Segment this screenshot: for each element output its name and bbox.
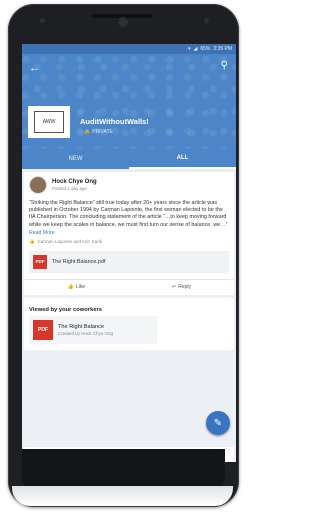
attachment-name: The Right Balance.pdf [52,258,106,265]
thumbs-up-icon: 👍 [67,284,75,291]
post-time: Posted 1 day ago [52,186,88,191]
coworkers-card: Viewed by your coworkers PDF The Right B… [24,297,234,350]
post-card: Hock Chye Ong Posted 1 day ago “Striking… [24,172,234,295]
reply-label: Reply [178,284,191,291]
wifi-icon: ▾ [187,46,191,52]
battery-percent: 65% [200,46,211,52]
thumbs-up-icon: 👍 [29,238,35,244]
reply-icon: ↩ [172,284,177,291]
back-arrow-icon[interactable]: ← [29,62,40,74]
compose-button[interactable]: ✎ [206,411,230,435]
tab-new[interactable]: NEW [22,149,129,169]
lock-icon: 🔒 [84,129,91,135]
search-icon[interactable]: ⚲ [221,60,228,71]
pencil-icon: ✎ [213,417,223,429]
pdf-icon: PDF [33,319,53,340]
coworkers-title: Viewed by your coworkers [29,306,103,313]
group-name: AuditWithoutWalls! [80,117,149,126]
group-header: ← ⚲ AWW AuditWithoutWalls! 🔒 PRIVATE [22,54,236,149]
pdf-icon: PDF [33,254,47,269]
privacy-text: PRIVATE [92,129,113,135]
file-creator: Created by Hock Chye Ong [58,330,114,336]
post-header: Hock Chye Ong Posted 1 day ago [29,176,229,194]
coworker-file[interactable]: PDF The Right Balance Created by Hock Ch… [29,315,157,344]
reply-button[interactable]: ↩ Reply [129,280,234,295]
author-name[interactable]: Hock Chye Ong [52,179,97,185]
likers-row[interactable]: 👍 Carman Lapointe and Aziz Kardi [29,239,229,245]
post-actions: 👍 Like ↩ Reply [24,278,234,295]
sensor-dot [40,18,45,23]
logo-mark: AWW [34,111,64,133]
group-logo: AWW [28,106,70,138]
status-bar: ▾ ◢ 65% 3:35 PM [22,44,236,54]
read-more-link[interactable]: Read More [29,230,229,236]
signal-icon: ◢ [193,46,198,52]
tab-bar: NEW ALL [22,149,236,169]
post-body: “Striking the Right Balance” still true … [29,200,228,228]
status-time: 3:35 PM [213,46,232,52]
likers-text: Carman Lapointe and Aziz Kardi [37,239,103,245]
attachment[interactable]: PDF The Right Balance.pdf [29,250,229,273]
front-camera [118,17,128,27]
privacy-label: 🔒 PRIVATE [84,129,113,135]
surface-reflection [12,486,233,506]
file-title: The Right Balance [58,323,105,330]
app-screen: ▾ ◢ 65% 3:35 PM ← ⚲ AWW AuditWithoutWall… [22,44,236,462]
like-button[interactable]: 👍 Like [24,280,129,295]
sensor-dot [204,18,209,23]
author-avatar[interactable] [29,176,47,194]
like-label: Like [76,284,86,291]
tab-all[interactable]: ALL [129,149,236,169]
phone-frame: ▾ ◢ 65% 3:35 PM ← ⚲ AWW AuditWithoutWall… [8,4,239,507]
